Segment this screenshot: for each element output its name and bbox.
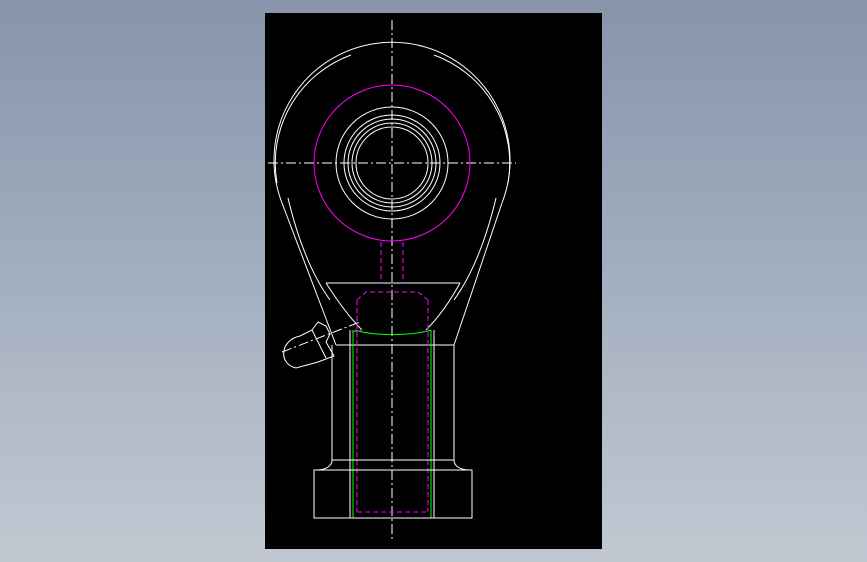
centerlines [268, 20, 516, 540]
neck-left-inner [287, 197, 331, 301]
neck-right-inner [453, 197, 497, 301]
housing-bore-circle [313, 84, 471, 242]
grease-nipple-body [299, 321, 335, 363]
grease-nipple-hex-line [311, 329, 327, 359]
rod-end-drawing [268, 20, 516, 540]
shoulder-fillet-right [453, 459, 471, 471]
shoulder-fillet-left [315, 459, 333, 471]
thread-top-green [354, 329, 432, 335]
neck-right-flank [453, 202, 503, 346]
shank-body [313, 330, 473, 519]
grease-nipple-ball [283, 335, 319, 369]
neck-left-flank [281, 202, 337, 346]
hex-flange [313, 469, 473, 519]
grease-nipple [283, 321, 335, 369]
neck-lower-arc [325, 282, 461, 331]
